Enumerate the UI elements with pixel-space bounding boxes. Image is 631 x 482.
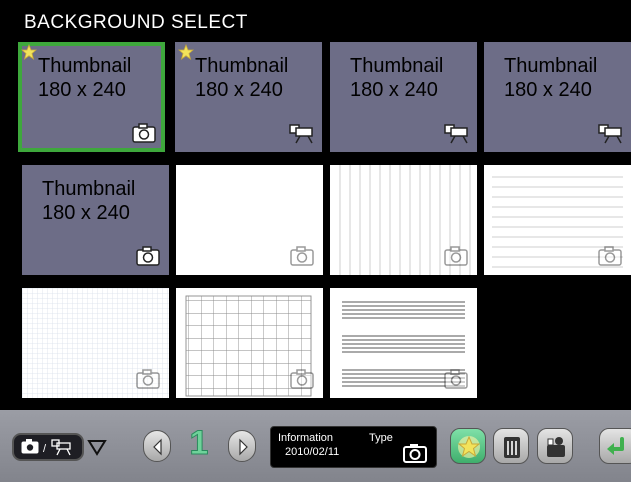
previous-button[interactable] <box>143 430 171 462</box>
chevron-left-icon <box>153 438 162 456</box>
camera-projector-icon: / <box>21 439 71 456</box>
background-tile-1[interactable]: Thumbnail 180 x 240 <box>18 42 165 152</box>
delete-button[interactable] <box>493 428 529 464</box>
camera-icon <box>444 246 468 266</box>
trash-icon <box>504 437 520 458</box>
tile-label: Thumbnail 180 x 240 <box>504 55 598 101</box>
tile-label: Thumbnail 180 x 240 <box>38 55 132 101</box>
svg-text:/: / <box>43 443 47 455</box>
triangle-down-icon[interactable] <box>86 437 108 457</box>
projector-icon <box>444 124 468 144</box>
background-grid: Thumbnail 180 x 240 Thumbnail 180 x 240 … <box>0 0 631 410</box>
tile-label: Thumbnail 180 x 240 <box>350 55 444 101</box>
information-label: Information <box>278 432 334 444</box>
information-date: 2010/02/11 <box>285 446 340 458</box>
return-icon <box>607 437 624 455</box>
chevron-right-icon <box>239 438 248 456</box>
tile-label: Thumbnail 180 x 240 <box>42 178 136 224</box>
return-button[interactable] <box>599 428 631 464</box>
bottom-toolbar: / 1 Information 2010/02/11 Type <box>0 410 631 482</box>
camera-icon <box>136 246 160 266</box>
camera-icon <box>132 123 156 143</box>
camera-icon <box>444 369 468 389</box>
background-tile-2[interactable]: Thumbnail 180 x 240 <box>175 42 322 152</box>
user-icon <box>547 437 565 457</box>
projector-icon <box>598 124 622 144</box>
type-label: Type <box>369 432 393 444</box>
page-number: 1 <box>189 424 209 463</box>
background-tile-large-grid[interactable] <box>176 288 323 398</box>
star-icon <box>457 435 481 458</box>
user-button[interactable] <box>537 428 573 464</box>
camera-icon <box>403 444 427 463</box>
background-tile-4[interactable]: Thumbnail 180 x 240 <box>484 42 631 152</box>
information-panel: Information 2010/02/11 Type <box>270 426 437 468</box>
star-icon <box>21 44 37 60</box>
next-button[interactable] <box>228 430 256 462</box>
source-mode-button[interactable]: / <box>12 433 84 461</box>
background-tile-vertical-lines[interactable] <box>330 165 477 275</box>
background-tile-blank[interactable] <box>176 165 323 275</box>
camera-icon <box>290 369 314 389</box>
camera-icon <box>598 246 622 266</box>
projector-icon <box>289 124 313 144</box>
camera-icon <box>136 369 160 389</box>
tile-label: Thumbnail 180 x 240 <box>195 55 289 101</box>
star-icon <box>178 44 194 60</box>
background-tile-staff-lines[interactable] <box>330 288 477 398</box>
camera-icon <box>290 246 314 266</box>
background-tile-horizontal-lines[interactable] <box>484 165 631 275</box>
background-tile-5[interactable]: Thumbnail 180 x 240 <box>22 165 169 275</box>
background-tile-3[interactable]: Thumbnail 180 x 240 <box>330 42 477 152</box>
favorite-button[interactable] <box>450 428 486 464</box>
background-tile-fine-grid[interactable] <box>22 288 169 398</box>
